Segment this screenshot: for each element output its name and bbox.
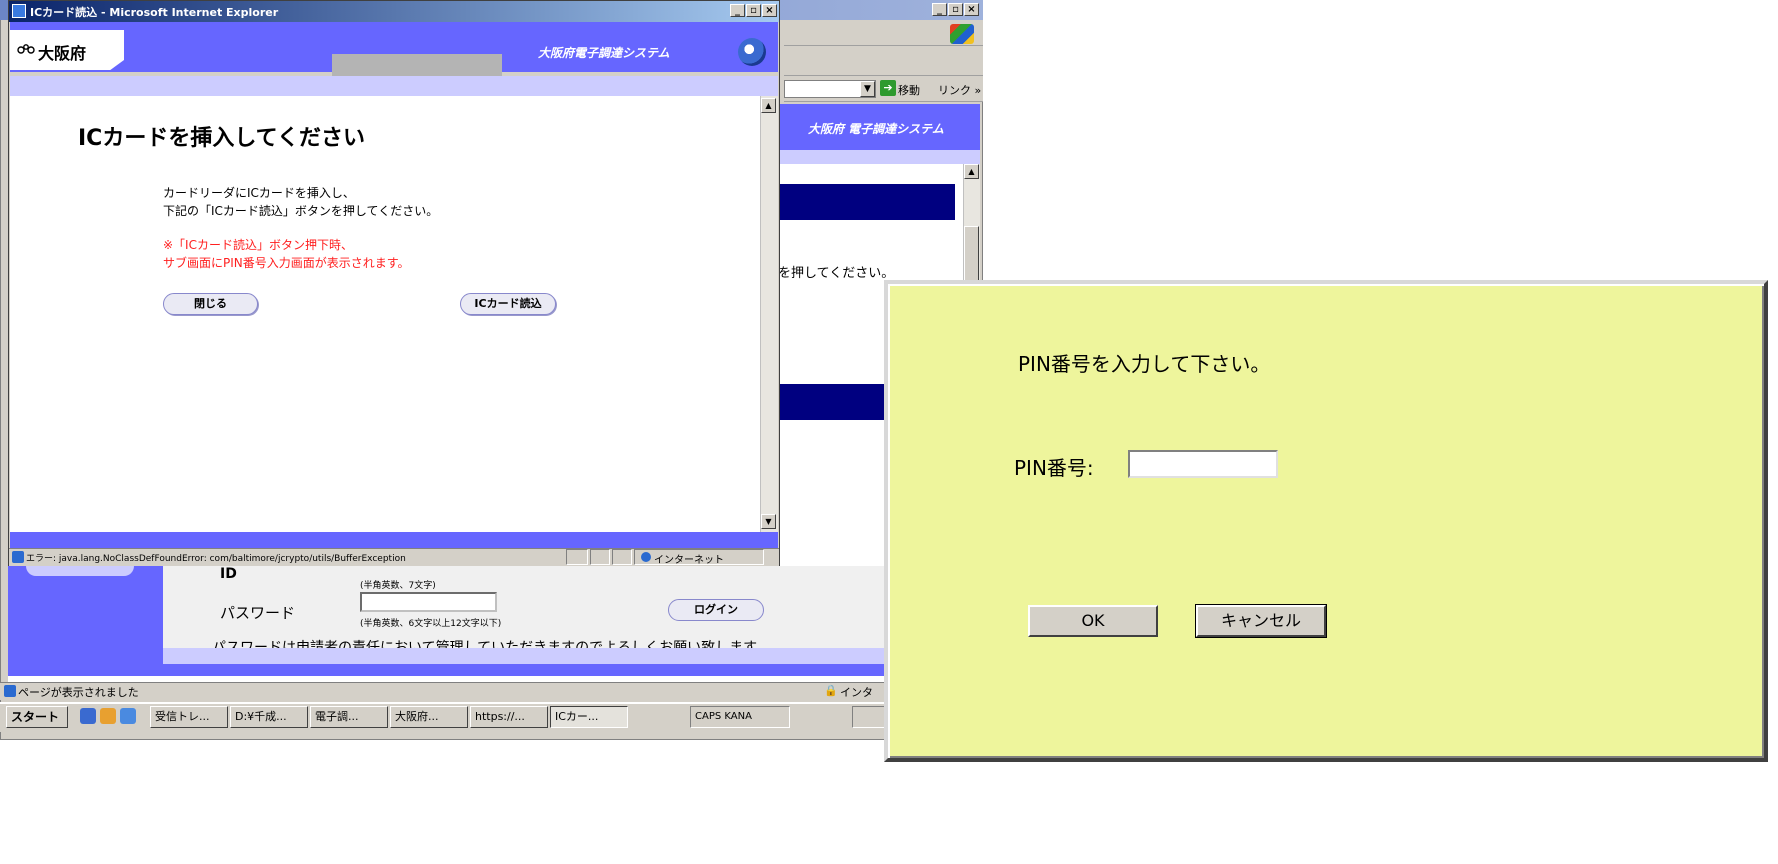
bg-close-button[interactable]: × xyxy=(964,3,979,16)
ic-page-content xyxy=(10,96,760,532)
password-notice: パスワードは申請者の責任において管理していただきますのでよろしくお願い致します。 xyxy=(212,640,770,648)
bg-zone-text: インタ xyxy=(840,686,873,699)
fg-close-button[interactable]: × xyxy=(762,4,777,17)
status-cell xyxy=(566,549,588,565)
task-ic-card[interactable]: ICカー... xyxy=(550,706,628,728)
outlook-quicklaunch-icon[interactable] xyxy=(100,708,116,724)
bg-minimize-button[interactable]: _ xyxy=(932,3,947,16)
pin-label: PIN番号: xyxy=(1014,456,1094,480)
status-cell xyxy=(612,549,632,565)
fg-maximize-button[interactable]: ▫ xyxy=(746,4,761,17)
bg-section-bar-2 xyxy=(780,384,890,420)
start-button[interactable]: スタート xyxy=(6,706,68,728)
page-icon xyxy=(4,685,16,697)
pin-input[interactable] xyxy=(1128,450,1278,478)
fg-minimize-button[interactable]: _ xyxy=(730,4,745,17)
osaka-emblem-icon xyxy=(17,44,35,54)
header-gray-tab xyxy=(332,54,502,76)
osaka-logo-text: 大阪府 xyxy=(38,44,87,63)
ok-button[interactable]: OK xyxy=(1028,605,1158,637)
ic-zone-text: インターネット xyxy=(654,555,724,566)
ic-header-strip xyxy=(10,76,778,96)
lock-icon: 🔒 xyxy=(824,684,838,697)
bg-section-bar xyxy=(780,184,955,220)
error-page-icon xyxy=(12,551,24,563)
bg-bottom-strip xyxy=(163,648,885,664)
ie-logo-icon xyxy=(738,38,766,66)
go-button-label[interactable]: 移動 xyxy=(898,82,920,98)
internet-zone-icon xyxy=(641,552,651,562)
bg-system-title: 大阪府 電子調達システム xyxy=(808,122,944,136)
password-input[interactable] xyxy=(360,592,497,612)
id-hint: (半角英数、7文字) xyxy=(360,581,436,591)
pin-dialog xyxy=(884,280,1768,762)
task-osaka[interactable]: 大阪府... xyxy=(390,706,468,728)
system-tray[interactable]: CAPS KANA xyxy=(690,706,790,728)
instruction-line-2: 下記の「ICカード読込」ボタンを押してください。 xyxy=(163,204,439,218)
status-cell xyxy=(590,549,610,565)
password-hint: (半角英数、6文字以上12文字以下) xyxy=(360,619,502,629)
scroll-down-icon[interactable]: ▼ xyxy=(761,514,776,529)
scroll-up-icon[interactable]: ▲ xyxy=(964,164,979,179)
page-heading: ICカードを挿入してください xyxy=(78,126,366,151)
bg-status-text: ページが表示されました xyxy=(18,686,139,699)
task-inbox[interactable]: 受信トレ... xyxy=(150,706,228,728)
address-dropdown-icon[interactable]: ▼ xyxy=(860,81,875,97)
task-https[interactable]: https://... xyxy=(470,706,548,728)
bg-left-band xyxy=(8,566,163,672)
note-line-1: ※「ICカード読込」ボタン押下時、 xyxy=(163,238,353,252)
bg-left-tab xyxy=(26,566,134,576)
scroll-up-icon[interactable]: ▲ xyxy=(761,98,776,113)
links-button[interactable]: リンク » xyxy=(938,82,981,98)
ic-window-title: ICカード読込 - Microsoft Internet Explorer xyxy=(30,6,279,19)
password-label: パスワード xyxy=(220,604,296,622)
ic-status-text: エラー: java.lang.NoClassDefFoundError: com… xyxy=(26,554,406,564)
ic-scrollbar[interactable] xyxy=(760,96,778,532)
note-line-2: サブ画面にPIN番号入力画面が表示されます。 xyxy=(163,256,410,270)
desktop-quicklaunch-icon[interactable] xyxy=(120,708,136,724)
windows-logo-icon xyxy=(950,24,974,44)
cancel-button[interactable]: キャンセル xyxy=(1195,604,1327,638)
read-ic-card-button[interactable]: ICカード読込 xyxy=(460,293,556,315)
ie-window-icon xyxy=(12,4,26,18)
bg-maximize-button[interactable]: ▫ xyxy=(948,3,963,16)
login-button[interactable]: ログイン xyxy=(668,599,764,621)
bg-bottom-band xyxy=(8,664,885,676)
bg-header-strip xyxy=(780,150,980,164)
pin-prompt: PIN番号を入力して下さい。 xyxy=(1018,352,1271,376)
bg-toolbar xyxy=(784,46,983,76)
instruction-line-1: カードリーダにICカードを挿入し、 xyxy=(163,186,355,200)
ie-quicklaunch-icon[interactable] xyxy=(80,708,96,724)
task-denshi[interactable]: 電子調... xyxy=(310,706,388,728)
go-arrow-icon[interactable]: ➔ xyxy=(880,80,896,96)
id-label: ID xyxy=(220,566,237,582)
close-button[interactable]: 閉じる xyxy=(163,293,258,315)
ic-bottom-band xyxy=(10,532,778,548)
ic-system-title: 大阪府電子調達システム xyxy=(538,46,670,60)
task-folder[interactable]: D:¥千成... xyxy=(230,706,308,728)
bg-instruction-text: を押してください。 xyxy=(778,266,895,281)
